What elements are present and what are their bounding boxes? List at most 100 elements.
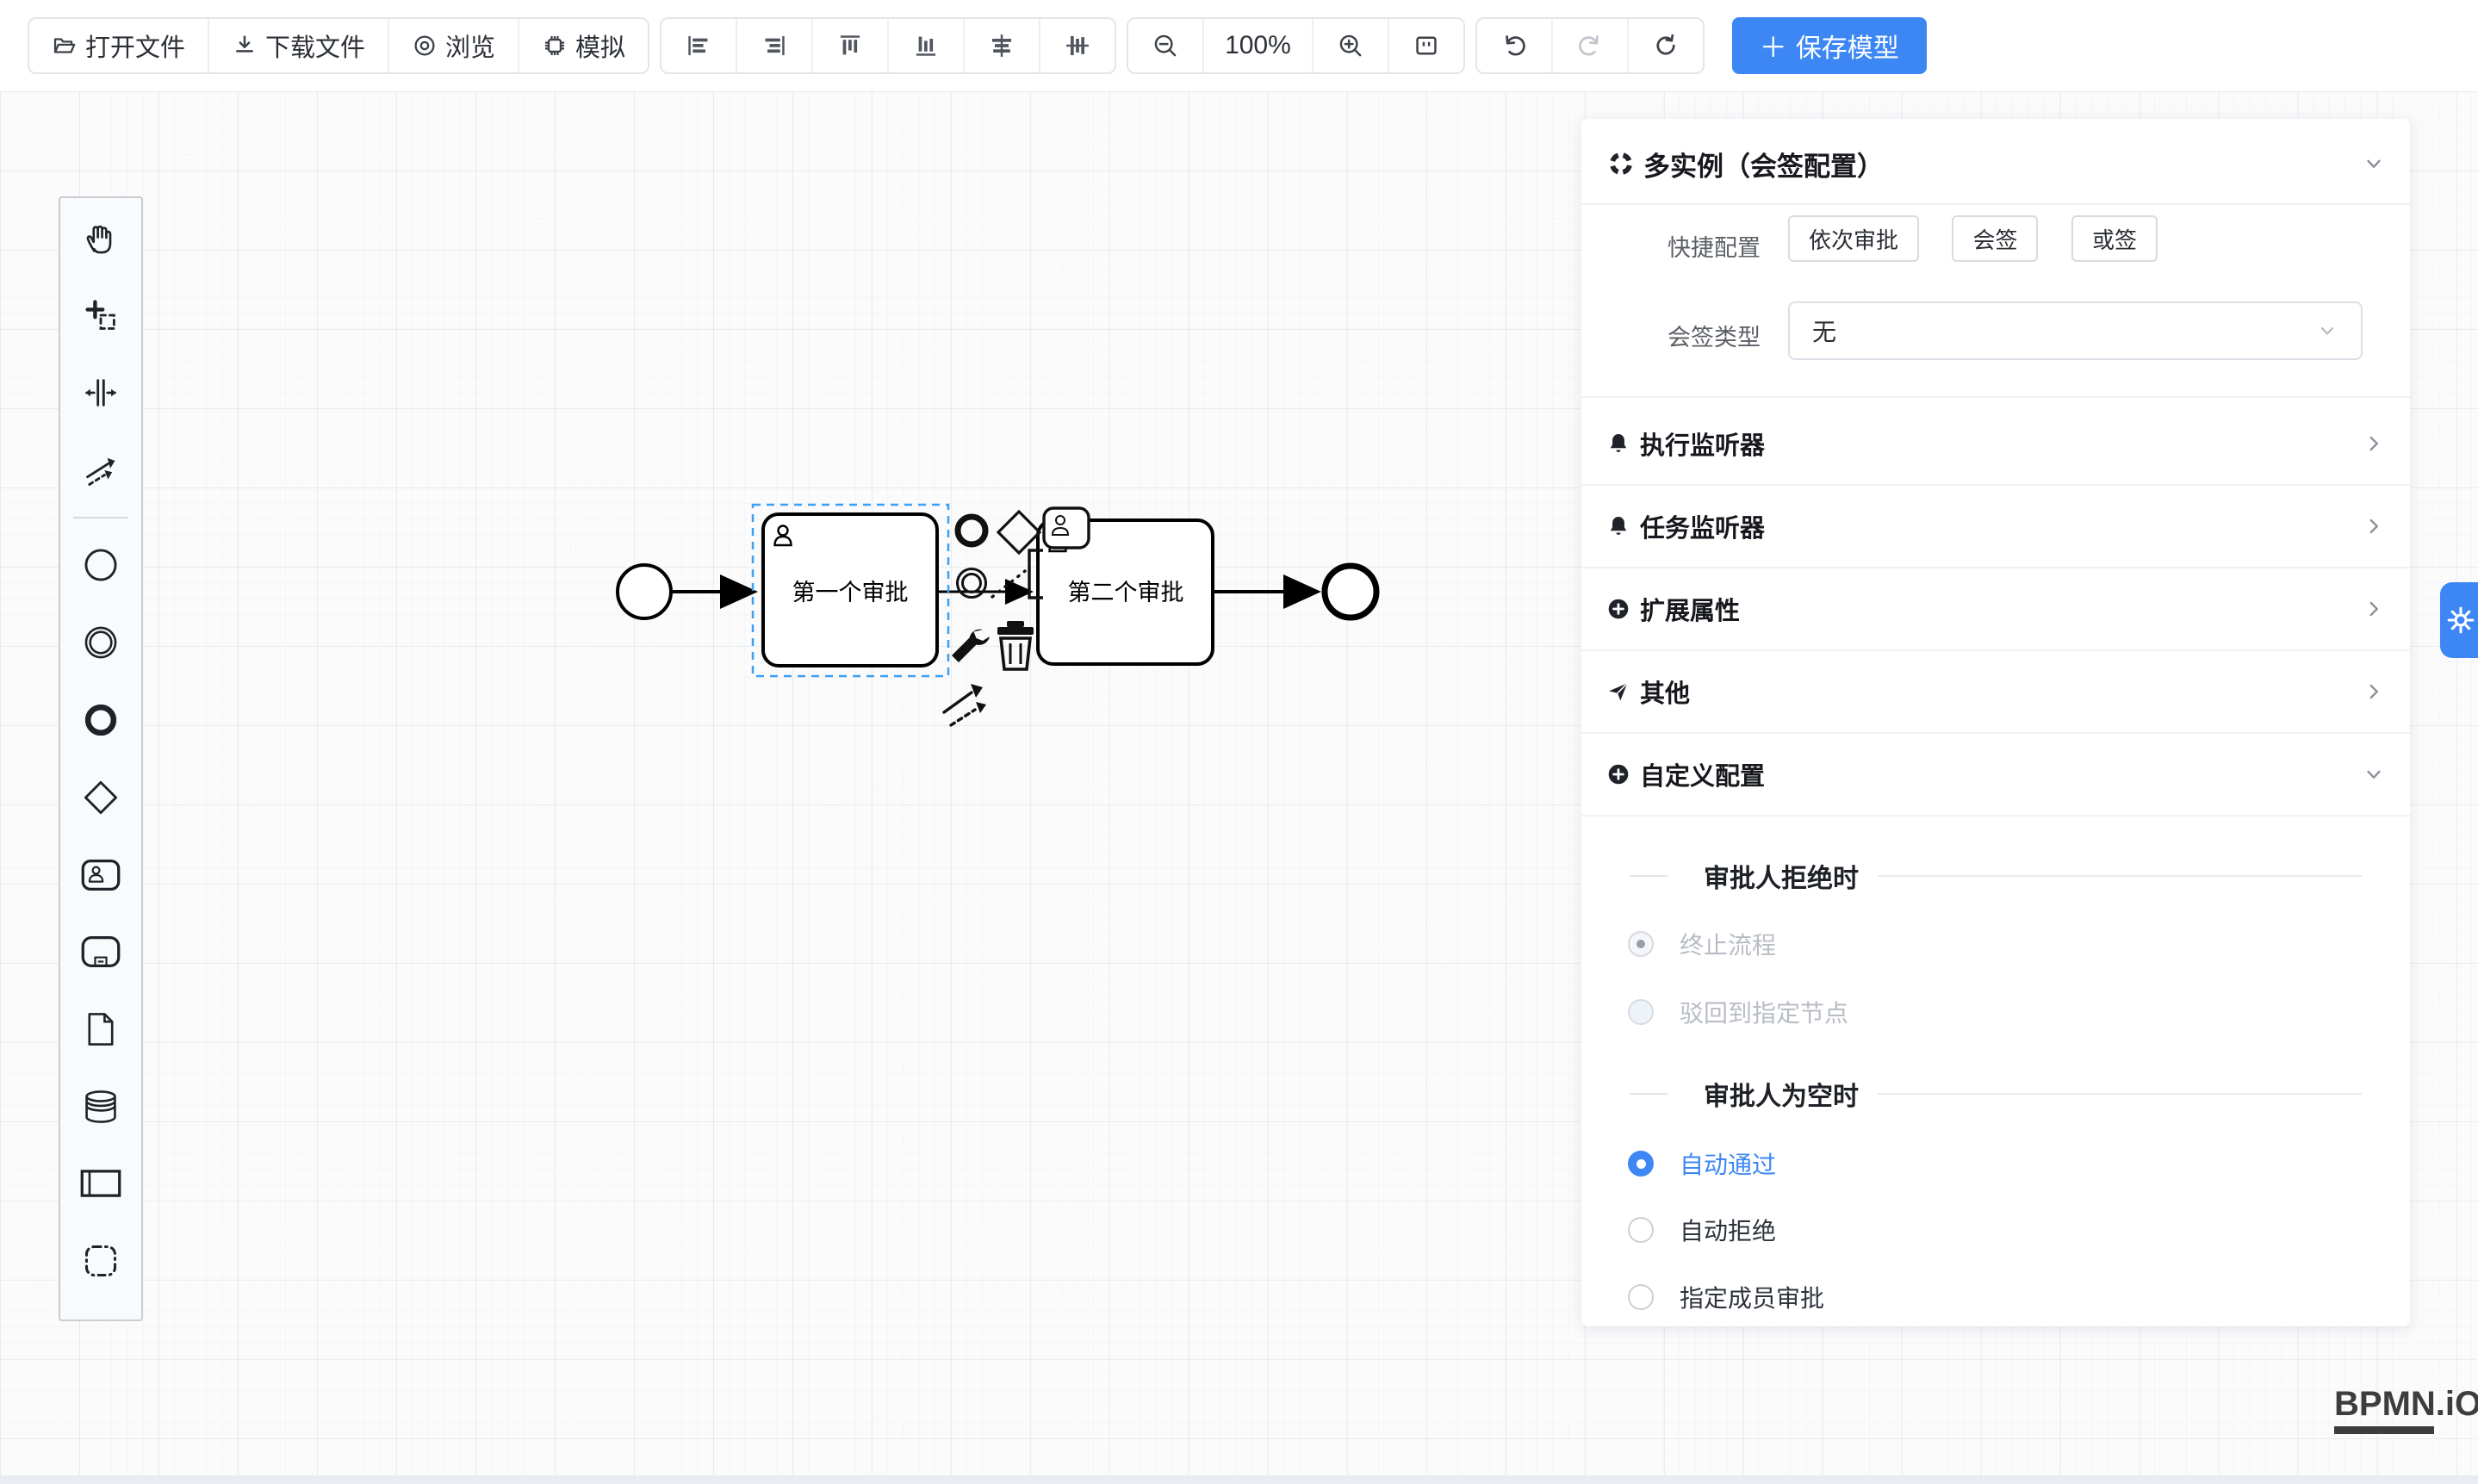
section-custom-config[interactable]: 自定义配置 [1581,734,2410,817]
quick-option-sequential[interactable]: 依次审批 [1788,215,1919,262]
section-execution-listener[interactable]: 执行监听器 [1581,403,2410,486]
radio-button[interactable] [1628,999,1654,1025]
radio-return-to-node[interactable]: 驳回到指定节点 [1628,991,1848,1033]
section-label: 任务监听器 [1640,508,1765,544]
gateway-icon [82,779,120,817]
section-extended-properties[interactable]: 扩展属性 [1581,568,2410,651]
simulate-button[interactable]: 模拟 [518,19,648,72]
palette-create-data-store[interactable] [78,1088,123,1126]
open-file-button[interactable]: 打开文件 [29,19,208,72]
history-group [1475,17,1705,74]
section-label: 其他 [1640,674,1690,710]
zoom-group: 100% [1127,17,1465,74]
bpmn-io-logo[interactable]: BPMN.iO [2334,1385,2478,1434]
header-dash [1630,1093,1668,1095]
palette-create-subprocess[interactable] [78,933,123,970]
divider [1581,203,2410,205]
lasso-tool-icon [82,296,120,334]
intermediate-event-icon [82,624,120,661]
radio-auto-reject[interactable]: 自动拒绝 [1628,1209,1776,1251]
radio-assign-member[interactable]: 指定成员审批 [1628,1276,1824,1318]
data-store-icon [81,1088,121,1126]
undo-icon [1500,32,1528,59]
palette-create-start-event[interactable] [78,546,123,584]
palette-global-connect-tool[interactable] [78,451,123,489]
radio-button[interactable] [1628,931,1654,957]
radio-button[interactable] [1628,1151,1654,1177]
reset-icon [1652,32,1680,59]
subprocess-icon [80,934,121,969]
radio-button[interactable] [1628,1217,1654,1243]
zoom-in-button[interactable] [1312,19,1388,72]
align-left-button[interactable] [661,19,736,72]
save-model-button[interactable]: ＋ 保存模型 [1732,17,1927,74]
align-horizontal-center-icon [1064,32,1091,59]
quick-option-orsign[interactable]: 或签 [2071,215,2158,262]
zoom-out-button[interactable] [1128,19,1202,72]
participant-pool-icon [79,1166,122,1201]
bell-icon [1605,431,1631,456]
align-vertical-center-button[interactable] [963,19,1039,72]
plus-circle-icon [1605,596,1631,622]
connect-tool-icon[interactable] [944,684,986,725]
palette-create-gateway[interactable] [78,779,123,817]
palette-create-group[interactable] [78,1242,123,1280]
align-right-icon [761,32,788,59]
chevron-down-icon[interactable] [2362,152,2386,176]
align-top-button[interactable] [811,19,887,72]
delete-trash-icon[interactable] [997,621,1034,669]
palette-space-tool[interactable] [78,374,123,412]
download-icon [232,33,258,59]
header-dash [1630,875,1668,877]
plus-icon: ＋ [1760,26,1787,65]
end-event-shape[interactable] [1325,566,1376,618]
palette-create-end-event[interactable] [78,701,123,739]
radio-auto-pass[interactable]: 自动通过 [1628,1143,1776,1184]
chevron-right-icon [2362,680,2386,704]
radio-label: 指定成员审批 [1680,1280,1824,1314]
undo-button[interactable] [1477,19,1551,72]
preview-button[interactable]: 浏览 [388,19,518,72]
palette-create-data-object[interactable] [78,1010,123,1048]
properties-panel: 多实例（会签配置） 快捷配置 依次审批 会签 或签 会签类型 无 执行监听器 任… [1581,119,2410,1326]
open-file-label: 打开文件 [85,28,185,64]
send-icon [1605,679,1631,705]
open-folder-icon [52,33,78,59]
align-bottom-icon [912,32,940,59]
fit-viewport-button[interactable] [1388,19,1463,72]
sign-type-select[interactable]: 无 [1788,301,2363,360]
palette-create-intermediate-event[interactable] [78,624,123,661]
radio-terminate-process[interactable]: 终止流程 [1628,923,1776,965]
palette-hand-tool[interactable] [78,219,123,257]
user-task-2-label: 第二个审批 [1068,580,1184,605]
file-actions-group: 打开文件 下载文件 浏览 模拟 [28,17,649,74]
change-type-wrench-icon[interactable] [952,630,990,662]
redo-button[interactable] [1551,19,1627,72]
append-gateway-icon[interactable] [998,512,1040,553]
start-event-shape[interactable] [618,565,671,618]
palette-create-participant[interactable] [78,1165,123,1202]
palette-lasso-tool[interactable] [78,296,123,334]
align-bottom-button[interactable] [887,19,963,72]
align-right-button[interactable] [736,19,811,72]
panel-title: 多实例（会签配置） [1643,145,1884,183]
download-file-button[interactable]: 下载文件 [208,19,388,72]
zoom-out-icon [1152,32,1179,59]
quick-option-countersign[interactable]: 会签 [1952,215,2038,262]
reset-button[interactable] [1627,19,1703,72]
append-user-task-icon[interactable] [1044,508,1089,548]
empty-section-header: 审批人为空时 [1581,1074,2410,1114]
settings-tab[interactable] [2440,582,2478,658]
append-intermediate-event-icon[interactable] [958,569,986,598]
radio-button[interactable] [1628,1284,1654,1310]
section-other[interactable]: 其他 [1581,651,2410,734]
append-end-event-icon[interactable] [958,517,985,544]
reject-section-header: 审批人拒绝时 [1581,856,2410,896]
chevron-down-icon [2362,762,2386,786]
align-horizontal-center-button[interactable] [1039,19,1115,72]
palette-create-user-task[interactable] [78,856,123,893]
top-toolbar: 打开文件 下载文件 浏览 模拟 [0,0,2478,91]
simulate-label: 模拟 [575,28,625,64]
section-task-listener[interactable]: 任务监听器 [1581,486,2410,568]
panel-header[interactable]: 多实例（会签配置） [1607,138,2386,189]
